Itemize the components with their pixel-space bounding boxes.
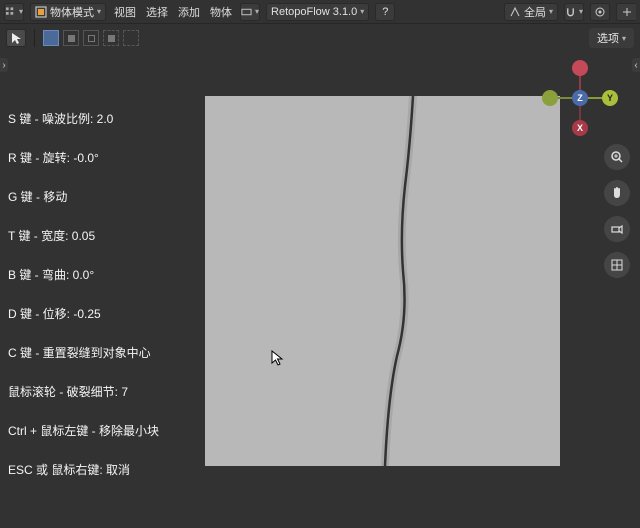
hint-ctrl: Ctrl + 鼠标左键 - 移除最小块 bbox=[8, 422, 159, 439]
zoom-button[interactable] bbox=[604, 144, 630, 170]
divider bbox=[34, 29, 35, 47]
orientation-dropdown[interactable]: 全局 ▾ bbox=[504, 3, 558, 21]
hint-r: R 键 - 旋转: -0.0° bbox=[8, 149, 159, 166]
gizmo-neg-x-top[interactable] bbox=[572, 60, 588, 76]
hint-t: T 键 - 宽度: 0.05 bbox=[8, 227, 159, 244]
proportional-button[interactable] bbox=[590, 3, 610, 21]
select-mode-subtract[interactable] bbox=[83, 30, 99, 46]
mode-dropdown[interactable]: 物体模式 ▾ bbox=[30, 3, 106, 21]
addon-dropdown[interactable]: RetopoFlow 3.1.0 ▾ bbox=[266, 3, 369, 21]
tool-settings-bar: 选项 ▾ bbox=[0, 24, 640, 52]
header-toolbar: ▾ 物体模式 ▾ 视图 选择 添加 物体 ▾ RetopoFlow 3.1.0 … bbox=[0, 0, 640, 24]
select-mode-extend[interactable] bbox=[63, 30, 79, 46]
addon-label: RetopoFlow 3.1.0 bbox=[271, 6, 357, 18]
select-mode-intersect[interactable] bbox=[103, 30, 119, 46]
select-mode-new[interactable] bbox=[43, 30, 59, 46]
viewport-3d[interactable] bbox=[205, 96, 560, 466]
chevron-down-icon: ▾ bbox=[19, 7, 23, 16]
menu-object[interactable]: 物体 bbox=[208, 4, 234, 20]
gizmo-z[interactable]: Z bbox=[572, 90, 588, 106]
navigation-gizmo[interactable]: Z X Y bbox=[540, 58, 620, 138]
gizmo-x[interactable]: X bbox=[572, 120, 588, 136]
orientation-label: 全局 bbox=[524, 4, 546, 20]
gizmo-neg-y[interactable] bbox=[542, 90, 558, 106]
hint-wheel: 鼠标滚轮 - 破裂细节: 7 bbox=[8, 383, 159, 400]
shading-button[interactable]: ▾ bbox=[240, 3, 260, 21]
right-panel-toggle[interactable]: ‹ bbox=[632, 58, 640, 72]
chevron-down-icon: ▾ bbox=[97, 7, 101, 16]
help-button[interactable]: ? bbox=[375, 3, 395, 21]
hint-d: D 键 - 位移: -0.25 bbox=[8, 305, 159, 322]
snap-button[interactable]: ▾ bbox=[564, 3, 584, 21]
gizmo-y[interactable]: Y bbox=[602, 90, 618, 106]
chevron-down-icon: ▾ bbox=[622, 34, 626, 43]
options-dropdown[interactable]: 选项 ▾ bbox=[589, 28, 634, 48]
editor-type-button[interactable]: ▾ bbox=[4, 3, 24, 21]
left-panel-toggle[interactable]: › bbox=[0, 58, 8, 72]
cursor-tool-button[interactable] bbox=[6, 29, 26, 47]
hint-g: G 键 - 移动 bbox=[8, 188, 159, 205]
hint-b: B 键 - 弯曲: 0.0° bbox=[8, 266, 159, 283]
chevron-down-icon: ▾ bbox=[579, 7, 583, 16]
chevron-down-icon: ▾ bbox=[255, 7, 259, 16]
camera-view-button[interactable] bbox=[604, 216, 630, 242]
hint-s: S 键 - 噪波比例: 2.0 bbox=[8, 110, 159, 127]
chevron-down-icon: ▾ bbox=[549, 7, 553, 16]
menu-select[interactable]: 选择 bbox=[144, 4, 170, 20]
menu-add[interactable]: 添加 bbox=[176, 4, 202, 20]
viewport-tools bbox=[604, 144, 630, 278]
pan-button[interactable] bbox=[604, 180, 630, 206]
chevron-down-icon: ▾ bbox=[360, 7, 364, 16]
menu-view[interactable]: 视图 bbox=[112, 4, 138, 20]
hint-esc: ESC 或 鼠标右键: 取消 bbox=[8, 461, 159, 478]
hint-c: C 键 - 重置裂缝到对象中心 bbox=[8, 344, 159, 361]
options-label: 选项 bbox=[597, 30, 619, 46]
select-mode-invert[interactable] bbox=[123, 30, 139, 46]
crack-preview bbox=[205, 96, 560, 466]
perspective-toggle-button[interactable] bbox=[604, 252, 630, 278]
extra-button-1[interactable] bbox=[616, 3, 636, 21]
mode-label: 物体模式 bbox=[50, 4, 94, 20]
operator-hints: S 键 - 噪波比例: 2.0 R 键 - 旋转: -0.0° G 键 - 移动… bbox=[8, 110, 159, 478]
